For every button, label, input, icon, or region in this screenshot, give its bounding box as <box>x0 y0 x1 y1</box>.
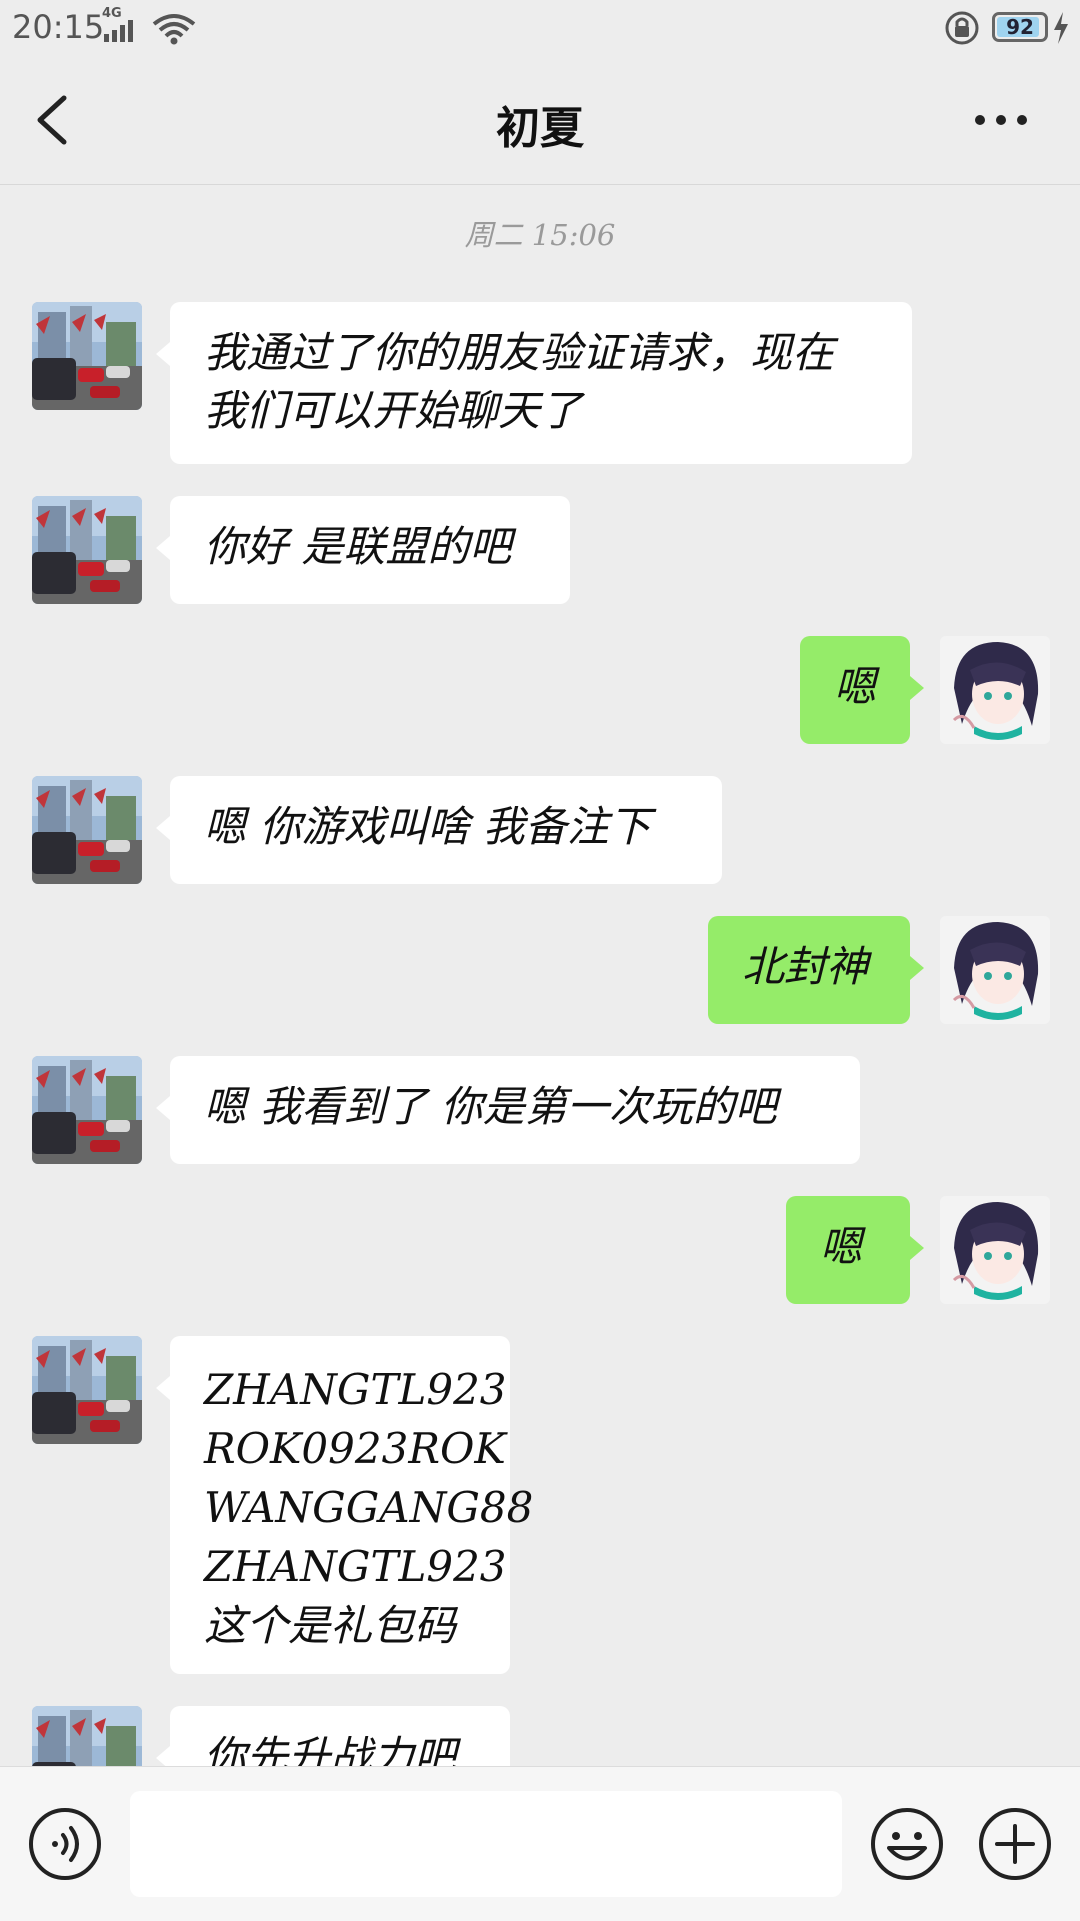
message-bubble[interactable]: 嗯 <box>786 1196 924 1304</box>
message-bubble[interactable]: 我通过了你的朋友验证请求，现在 我们可以开始聊天了 <box>156 302 912 464</box>
contact-avatar[interactable] <box>32 302 142 410</box>
message-bubble[interactable]: 嗯 <box>800 636 924 744</box>
rotation-lock-icon <box>945 11 979 45</box>
message-bubble[interactable]: ZHANGTL923 ROK0923ROK WANGGANG88 ZHANGTL… <box>156 1336 533 1674</box>
message-bubble[interactable]: 嗯 你游戏叫啥 我备注下 <box>156 776 722 884</box>
message-bubble[interactable]: 嗯 我看到了 你是第一次玩的吧 <box>156 1056 860 1164</box>
contact-avatar[interactable] <box>32 1336 142 1444</box>
message-input[interactable] <box>130 1791 842 1897</box>
input-bar <box>0 1766 1080 1921</box>
user-avatar[interactable] <box>940 916 1050 1024</box>
more-icon[interactable] <box>962 96 1040 144</box>
contact-avatar[interactable] <box>32 776 142 884</box>
status-time: 20:15 <box>12 8 105 46</box>
message-bubble[interactable]: 北封神 <box>708 916 924 1024</box>
user-avatar[interactable] <box>940 1196 1050 1304</box>
battery-indicator: 92 <box>992 12 1048 42</box>
status-bar: 20:15 4G 92 <box>0 0 1080 56</box>
chat-title: 初夏 <box>496 103 584 154</box>
user-avatar[interactable] <box>940 636 1050 744</box>
network-type: 4G <box>102 6 122 21</box>
signal-icon <box>104 20 133 42</box>
battery-level: 92 <box>1006 15 1034 39</box>
charging-icon <box>1054 12 1068 44</box>
contact-avatar[interactable] <box>32 1056 142 1164</box>
chat-header: 初夏 <box>0 56 1080 185</box>
voice-icon[interactable] <box>28 1807 102 1881</box>
contact-avatar[interactable] <box>32 496 142 604</box>
message-bubble[interactable]: 你好 是联盟的吧 <box>156 496 570 604</box>
time-divider: 周二 15:06 <box>464 218 616 252</box>
plus-icon[interactable] <box>978 1807 1052 1881</box>
emoji-icon[interactable] <box>870 1807 944 1881</box>
wifi-icon <box>152 14 196 45</box>
